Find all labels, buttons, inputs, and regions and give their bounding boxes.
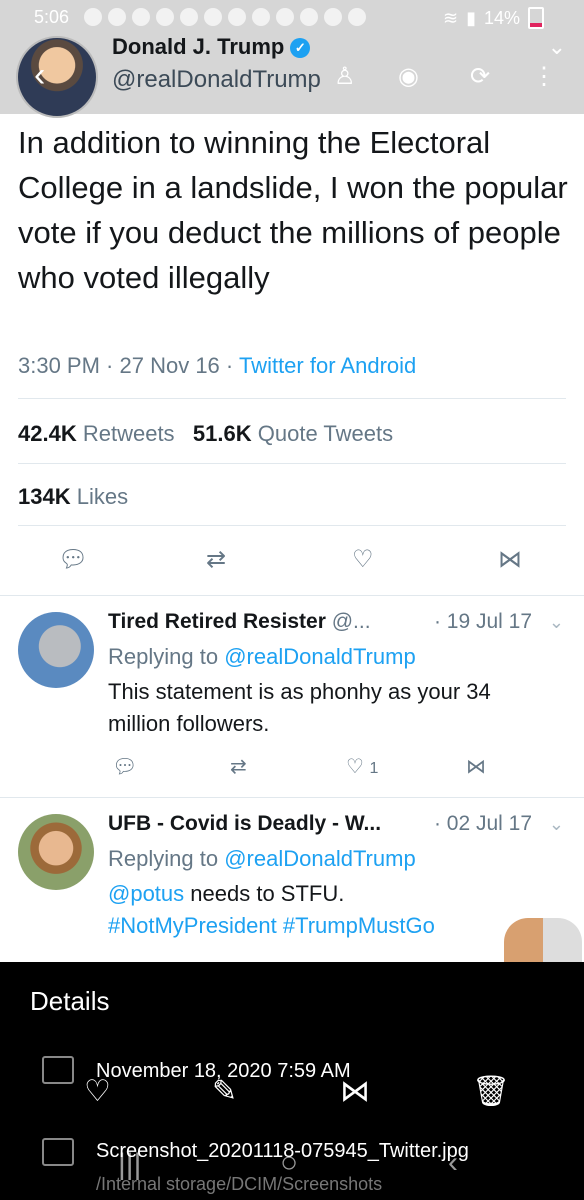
burst-icon xyxy=(228,8,246,26)
person-icon[interactable]: ♙ xyxy=(334,62,356,91)
battery-icon xyxy=(528,7,544,29)
replying-to: Replying to @realDonaldTrump xyxy=(108,644,416,670)
reply-tweet[interactable]: Tired Retired Resister @... · 19 Jul 17 … xyxy=(0,596,584,796)
like-count: 1 xyxy=(369,760,379,777)
details-panel: Details November 18, 2020 7:59 AM Screen… xyxy=(0,962,584,1200)
wifi-icon: ≋ xyxy=(442,7,459,28)
oo-icon xyxy=(204,8,222,26)
trash-icon[interactable]: 🗑︎ xyxy=(472,1074,510,1109)
retweet-icon[interactable]: ⇄ xyxy=(206,545,226,574)
header-name-row: Donald J. Trump ✓ xyxy=(112,34,311,60)
tweet-time: 3:30 PM xyxy=(18,353,100,378)
status-right: ≋ ▮ 14% xyxy=(443,7,544,29)
tweet-source-link[interactable]: Twitter for Android xyxy=(239,353,416,378)
image-icon xyxy=(42,1138,74,1166)
mention-link[interactable]: @potus xyxy=(108,881,184,906)
retweet-stats[interactable]: 42.4K Retweets 51.6K Quote Tweets xyxy=(18,421,393,447)
recent-apps-icon[interactable]: ||| xyxy=(118,1148,141,1182)
signal-icon: ▮ xyxy=(466,7,476,28)
eye-icon[interactable]: ◉ xyxy=(398,62,419,91)
chevron-down-icon[interactable]: ⌄ xyxy=(548,34,566,60)
status-bar: 5:06 ≋ ▮ 14% xyxy=(0,0,584,34)
hashtag-link[interactable]: #TrumpMustGo xyxy=(283,913,435,938)
reply-author-name: Tired Retired Resister xyxy=(108,610,326,633)
chevron-down-icon[interactable]: ⌄ xyxy=(549,814,564,835)
avatar[interactable] xyxy=(18,814,94,890)
divider xyxy=(18,398,566,399)
reply-author-handle: @... xyxy=(331,610,371,633)
likes-stats[interactable]: 134K Likes xyxy=(18,484,128,510)
replying-label: Replying to xyxy=(108,846,219,871)
reply-author: Tired Retired Resister @... xyxy=(108,610,371,634)
w-icon xyxy=(180,8,198,26)
share-icon[interactable]: ⋈ xyxy=(466,754,486,779)
reply-date: · 19 Jul 17 xyxy=(433,610,532,633)
retweet-icon[interactable]: ⇄ xyxy=(230,754,247,779)
retweets-count: 42.4K xyxy=(18,421,77,446)
replying-to: Replying to @realDonaldTrump xyxy=(108,846,416,872)
details-title: Details xyxy=(30,986,110,1016)
facebook-icon xyxy=(108,8,126,26)
heart-icon[interactable]: ♡ 1 xyxy=(346,754,378,779)
quotes-label: Quote Tweets xyxy=(257,421,394,446)
verified-badge-icon: ✓ xyxy=(290,38,311,58)
reply-body: @potus needs to STFU. #NotMyPresident #T… xyxy=(108,878,558,942)
share-icon[interactable]: ⋈ xyxy=(340,1074,370,1109)
replying-to-handle[interactable]: @realDonaldTrump xyxy=(224,644,415,669)
reply-body: This statement is as phonhy as your 34 m… xyxy=(108,679,491,736)
reply-date: · 02 Jul 17 xyxy=(433,812,532,835)
notification-icons xyxy=(84,8,366,26)
shield-icon xyxy=(276,8,294,26)
tweet-actions: 💬︎ ⇄ ♡ ⋈ xyxy=(0,545,584,581)
edit-icon[interactable]: ✎ xyxy=(212,1074,237,1109)
divider xyxy=(18,463,566,464)
likes-count: 134K xyxy=(18,484,71,509)
back-nav-icon[interactable]: ‹ xyxy=(448,1146,458,1180)
battery-level: 14% xyxy=(483,7,520,28)
reply-body-text: needs to STFU. xyxy=(190,881,345,906)
likes-label: Likes xyxy=(76,484,129,509)
hashtag-link[interactable]: #NotMyPresident xyxy=(108,913,277,938)
more-vertical-icon[interactable]: ⋮ xyxy=(532,62,556,91)
replying-label: Replying to xyxy=(108,644,219,669)
app-icon xyxy=(84,8,102,26)
reply-icon[interactable]: 💬︎ xyxy=(112,754,137,779)
mail-icon xyxy=(300,8,318,26)
sticker-image xyxy=(504,918,582,966)
back-arrow-icon[interactable]: ‹ xyxy=(34,58,45,92)
tweet-meta: 3:30 PM · 27 Nov 16 · Twitter for Androi… xyxy=(18,353,417,378)
profile-header: ‹ Donald J. Trump ✓ @realDonaldTrump ♙ ◉ … xyxy=(0,34,584,118)
quotes-count: 51.6K xyxy=(192,421,252,446)
home-icon[interactable]: ○ xyxy=(280,1146,298,1180)
cnn-icon xyxy=(324,8,342,26)
facebook-icon xyxy=(252,8,270,26)
youtube-icon xyxy=(156,8,174,26)
divider xyxy=(18,525,566,526)
avatar[interactable] xyxy=(18,612,94,688)
avatar[interactable] xyxy=(16,36,98,118)
heart-icon[interactable]: ♡ xyxy=(84,1074,111,1109)
facebook-icon xyxy=(132,8,150,26)
reply-date-text: 02 Jul 17 xyxy=(446,812,532,835)
share-icon[interactable]: ⋈ xyxy=(498,545,522,574)
reply-icon[interactable]: 💬︎ xyxy=(58,545,88,574)
tweet-text: In addition to winning the Electoral Col… xyxy=(18,125,568,295)
reply-author: UFB - Covid is Deadly - W... xyxy=(108,812,381,836)
reply-tweet[interactable]: UFB - Covid is Deadly - W... · 02 Jul 17… xyxy=(0,798,584,948)
cnn-icon xyxy=(348,8,366,26)
header-name: Donald J. Trump xyxy=(112,34,285,59)
retweets-label: Retweets xyxy=(82,421,175,446)
status-time: 5:06 xyxy=(34,7,70,27)
calendar-icon xyxy=(42,1056,74,1084)
heart-icon[interactable]: ♡ xyxy=(352,545,374,574)
tweet-date: 27 Nov 16 xyxy=(119,353,220,378)
header-handle: @realDonaldTrump xyxy=(112,66,321,93)
reply-author-name: UFB - Covid is Deadly - W... xyxy=(108,812,382,835)
reply-date-text: 19 Jul 17 xyxy=(446,610,532,633)
refresh-icon[interactable]: ⟳ xyxy=(470,62,490,91)
chevron-down-icon[interactable]: ⌄ xyxy=(549,612,564,633)
replying-to-handle[interactable]: @realDonaldTrump xyxy=(224,846,415,871)
